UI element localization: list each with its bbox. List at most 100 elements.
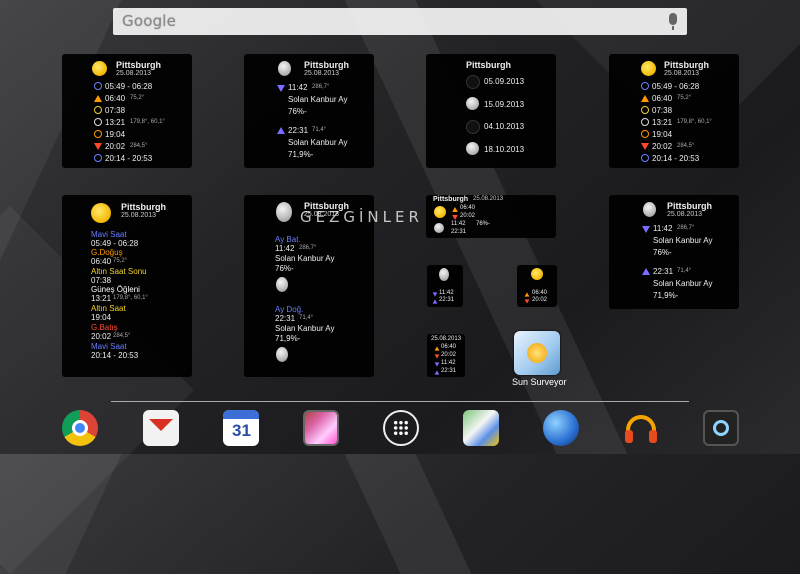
moon-icon bbox=[643, 202, 656, 217]
moonset-time: 11:42 bbox=[653, 224, 673, 233]
moonset-azimuth: 286,7° bbox=[312, 84, 330, 90]
moonset-label: Ay Bat. bbox=[275, 235, 301, 244]
moonrise-icon bbox=[642, 268, 650, 275]
moon-phase: Solan Kanbur Ay bbox=[653, 236, 713, 245]
microphone-icon[interactable] bbox=[669, 13, 677, 30]
moonrise-azimuth: 71,4° bbox=[312, 127, 327, 133]
sunrise-time: 06:40 bbox=[105, 94, 126, 103]
moon-illumination: 76%- bbox=[476, 221, 491, 227]
sunset-icon bbox=[434, 354, 440, 359]
sunrise-azimuth: 75,2° bbox=[677, 95, 692, 101]
city-label: Pittsburgh bbox=[466, 60, 511, 70]
moon-widget-2[interactable]: Pittsburgh 25.08.2013 11:42 286,7° Solan… bbox=[609, 195, 739, 309]
calendar-icon[interactable]: 31 bbox=[223, 410, 259, 446]
moonrise-time: 22:31 bbox=[439, 297, 455, 303]
moonset-icon bbox=[434, 362, 440, 367]
sunrise-time: 06:40 bbox=[441, 344, 457, 350]
golden-hour-icon bbox=[94, 130, 102, 138]
golden-hour-label: Altın Saat bbox=[91, 304, 126, 313]
moon-phases-widget[interactable]: Pittsburgh 05.09.2013 15.09.2013 04.10.2… bbox=[426, 54, 556, 168]
new-moon-icon bbox=[466, 120, 480, 134]
noon-icon bbox=[641, 118, 649, 126]
moonset-time: 11:42 bbox=[451, 221, 466, 227]
sunrise-time: 06:40 bbox=[91, 257, 112, 266]
solar-noon: 13:21 bbox=[652, 118, 673, 127]
sun-icon bbox=[641, 61, 656, 76]
moon-illumination: 76%- bbox=[288, 107, 307, 116]
mini-sun-widget[interactable]: 06:40 20:02 bbox=[517, 265, 557, 307]
full-moon-icon bbox=[466, 142, 479, 155]
moonrise-icon bbox=[434, 370, 440, 375]
date-label: 25.08.2013 bbox=[431, 336, 462, 342]
gallery-icon[interactable] bbox=[303, 410, 339, 446]
gmail-icon[interactable] bbox=[143, 410, 179, 446]
watermark: GEZGİNLER bbox=[300, 208, 423, 226]
moon-phase: Solan Kanbur Ay bbox=[653, 279, 713, 288]
moonset-time: 11:42 bbox=[439, 290, 454, 296]
date-label: 25.08.2013 bbox=[304, 70, 340, 77]
moonrise-time: 22:31 bbox=[451, 229, 467, 235]
sunset-icon bbox=[94, 143, 102, 150]
golden-hour-end: 07:38 bbox=[652, 106, 673, 115]
app-label: Sun Surveyor bbox=[512, 377, 567, 387]
moon-icon bbox=[276, 277, 288, 292]
moon-illumination: 71,9%- bbox=[288, 150, 314, 159]
solar-noon-angles: 179,8°, 60,1° bbox=[113, 295, 148, 301]
sun-icon bbox=[91, 203, 111, 223]
mini-moon-widget[interactable]: 11:42 22:31 bbox=[427, 265, 463, 307]
golden-hour-start: 19:04 bbox=[91, 313, 112, 322]
moonset-azimuth: 286,7° bbox=[677, 225, 695, 231]
blue-hour-evening: 20:14 - 20:53 bbox=[91, 351, 139, 360]
moonrise-time: 22:31 bbox=[288, 126, 309, 135]
solar-noon: 13:21 bbox=[91, 294, 112, 303]
sunset-azimuth: 284,5° bbox=[130, 143, 148, 149]
sun-widget-2[interactable]: Pittsburgh 25.08.2013 05:49 - 06:28 06:4… bbox=[609, 54, 739, 168]
sunset-icon bbox=[641, 143, 649, 150]
google-search-bar[interactable]: Google bbox=[113, 8, 687, 35]
first-quarter-moon-icon bbox=[466, 97, 479, 110]
golden-hour-end: 07:38 bbox=[105, 106, 126, 115]
play-music-icon[interactable] bbox=[623, 410, 659, 446]
moon-icon bbox=[434, 223, 444, 233]
city-label: Pittsburgh bbox=[121, 202, 166, 212]
sunrise-time: 06:40 bbox=[460, 205, 476, 211]
camera-icon[interactable] bbox=[703, 410, 739, 446]
moonset-time: 11:42 bbox=[288, 83, 308, 92]
moon-widget-1[interactable]: Pittsburgh 25.08.2013 11:42 286,7° Solan… bbox=[244, 54, 374, 168]
golden-hour-start: 19:04 bbox=[105, 130, 126, 139]
blue-hour-icon bbox=[641, 82, 649, 90]
sunrise-icon bbox=[94, 95, 102, 102]
moonrise-icon bbox=[432, 299, 438, 304]
maps-icon[interactable] bbox=[463, 410, 499, 446]
moonset-time: 11:42 bbox=[275, 244, 295, 253]
sunset-time: 20:02 bbox=[105, 142, 126, 151]
sun-widget-detailed[interactable]: Pittsburgh 25.08.2013 Mavi Saat 05:49 - … bbox=[62, 195, 192, 377]
sun-widget-1[interactable]: Pittsburgh 25.08.2013 05:49 - 06:28 06:4… bbox=[62, 54, 192, 168]
solar-noon: 13:21 bbox=[105, 118, 126, 127]
sunrise-label: G.Doğuş bbox=[91, 248, 123, 257]
date-label: 25.08.2013 bbox=[121, 212, 157, 219]
city-label: Pittsburgh bbox=[667, 201, 712, 211]
compact-sun-moon-widget[interactable]: Pittsburgh 25.08.2013 06:40 20:02 11:42 … bbox=[426, 195, 556, 238]
sun-surveyor-app[interactable]: Sun Surveyor bbox=[508, 331, 568, 389]
blue-hour-icon bbox=[94, 82, 102, 90]
solar-noon-angles: 179,8°, 60,1° bbox=[677, 119, 712, 125]
sunrise-time: 06:40 bbox=[652, 94, 673, 103]
chrome-icon[interactable] bbox=[62, 410, 98, 446]
city-label: Pittsburgh bbox=[664, 60, 709, 70]
google-earth-icon[interactable] bbox=[543, 410, 579, 446]
mini-combined-widget[interactable]: 25.08.2013 06:40 20:02 11:42 22:31 bbox=[427, 334, 465, 377]
moonrise-time: 22:31 bbox=[441, 368, 457, 374]
moonset-icon bbox=[277, 85, 285, 92]
sun-icon bbox=[531, 268, 543, 280]
golden-hour-icon bbox=[641, 130, 649, 138]
moon-illumination: 71,9%- bbox=[275, 334, 301, 343]
moonrise-azimuth: 71,4° bbox=[299, 315, 314, 321]
moon-icon bbox=[439, 268, 449, 281]
solar-noon-label: Güneş Öğleni bbox=[91, 285, 140, 294]
moon-icon bbox=[278, 61, 291, 76]
moonset-time: 11:42 bbox=[441, 360, 456, 366]
app-drawer-icon[interactable] bbox=[383, 410, 419, 446]
phase-date: 15.09.2013 bbox=[484, 100, 525, 109]
moonset-azimuth: 286,7° bbox=[299, 245, 317, 251]
